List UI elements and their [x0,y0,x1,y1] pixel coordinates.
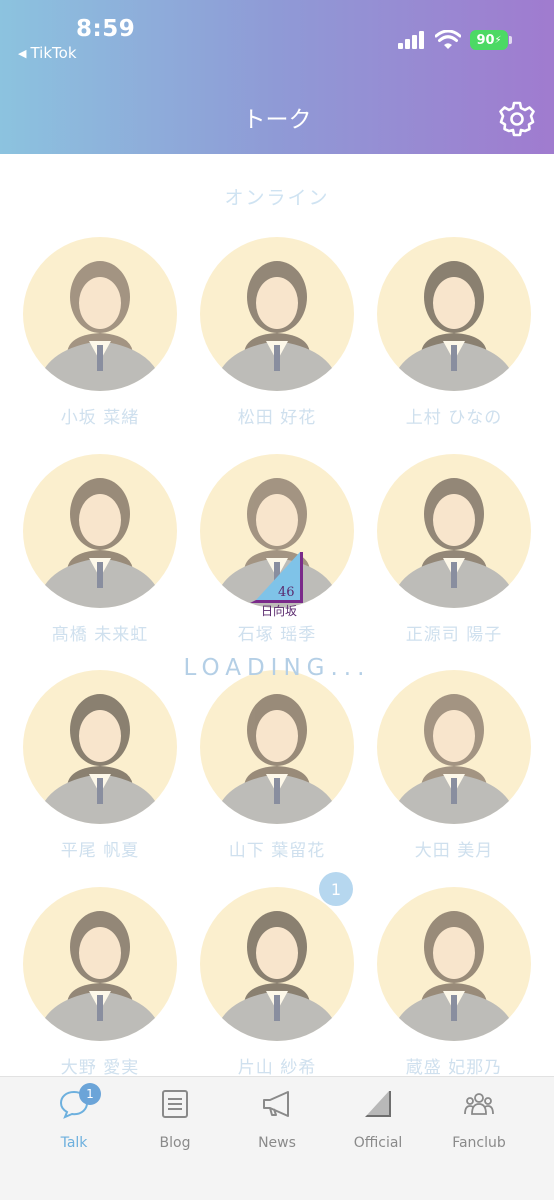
member-card[interactable]: 髙橋 未来虹 [23,454,177,654]
member-portrait [391,478,517,608]
settings-button[interactable] [498,100,536,138]
avatar [377,670,531,824]
member-card[interactable]: 蔵盛 妃那乃 [377,887,531,1087]
wifi-icon [435,30,461,49]
megaphone-icon [263,1091,289,1117]
member-card[interactable]: 松田 好花 [200,237,354,437]
member-name: 大野 愛実 [60,1058,140,1078]
page-title: トーク [242,107,312,133]
member-card[interactable]: 正源司 陽子 [377,454,531,654]
member-portrait [37,261,163,391]
avatar [200,237,354,391]
member-portrait [37,694,163,824]
member-name: 蔵盛 妃那乃 [405,1058,503,1078]
member-name: 大田 美月 [414,841,494,861]
member-name: 髙橋 未来虹 [51,625,149,645]
member-name: 片山 紗希 [237,1058,317,1078]
member-name: 上村 ひなの [405,408,503,428]
tab-bar: 1 Talk Blog News Official Fanclub [0,1076,554,1200]
back-app-label: TikTok [30,44,77,62]
member-portrait [391,911,517,1041]
member-name: 平尾 帆夏 [60,841,140,861]
tab-label: Official [353,1135,403,1151]
member-card[interactable]: 小坂 菜緒 [23,237,177,437]
tab-label: News [258,1135,296,1151]
member-portrait [391,694,517,824]
tab-blog[interactable]: Blog [130,1087,220,1157]
avatar [23,887,177,1041]
avatar [23,670,177,824]
member-portrait [214,694,340,824]
member-portrait [214,261,340,391]
loading-indicator: LOADING... [183,655,371,681]
avatar [377,237,531,391]
tab-news[interactable]: News [232,1087,322,1157]
tab-fanclub[interactable]: Fanclub [434,1087,524,1157]
member-card[interactable]: 大田 美月 [377,670,531,870]
battery-indicator: 90 ⚡ [470,30,512,50]
talk-badge: 1 [79,1083,101,1105]
talk-screen: 8:59 ◀ TikTok 90 ⚡ トーク オンライン 小坂 菜緒 松田 好花… [0,0,554,1200]
gear-icon [499,101,535,137]
avatar [200,670,354,824]
tab-official[interactable]: Official [333,1087,423,1157]
avatar [200,887,354,1041]
group-icon [464,1093,494,1115]
battery-level: 90 [476,32,495,48]
avatar [377,887,531,1041]
back-to-app-link[interactable]: ◀ TikTok [18,44,77,62]
back-arrow-icon: ◀ [18,46,27,60]
member-name: 松田 好花 [237,408,317,428]
logo-text: 日向坂 [261,603,297,618]
online-section-title: オンライン [224,187,330,209]
avatar [23,454,177,608]
member-card[interactable]: 大野 愛実 [23,887,177,1087]
member-portrait [391,261,517,391]
tab-label: Talk [60,1135,88,1151]
tab-talk[interactable]: 1 Talk [29,1083,119,1157]
member-portrait [214,911,340,1041]
hinatazaka-logo: 46 日向坂 [250,552,303,618]
status-time: 8:59 [76,16,136,42]
member-name: 石塚 瑶季 [237,625,317,645]
status-indicators: 90 ⚡ [398,30,512,50]
tab-label: Fanclub [452,1135,506,1151]
avatar [377,454,531,608]
member-portrait [37,911,163,1041]
member-name: 山下 葉留花 [228,841,326,861]
member-portrait [37,478,163,608]
document-icon [162,1090,188,1118]
signal-icon [398,31,424,49]
unread-badge: 1 [319,872,353,906]
avatar [23,237,177,391]
tab-label: Blog [159,1135,191,1151]
member-name: 小坂 菜緒 [60,408,140,428]
triangle-logo-icon [365,1091,391,1117]
member-card[interactable]: 山下 葉留花 [200,670,354,870]
member-card[interactable]: 平尾 帆夏 [23,670,177,870]
member-card[interactable]: 片山 紗希 1 [200,872,354,1087]
logo-number: 46 [278,585,295,600]
member-name: 正源司 陽子 [405,625,503,645]
header: 8:59 ◀ TikTok 90 ⚡ トーク [0,0,554,154]
member-card[interactable]: 上村 ひなの [377,237,531,437]
